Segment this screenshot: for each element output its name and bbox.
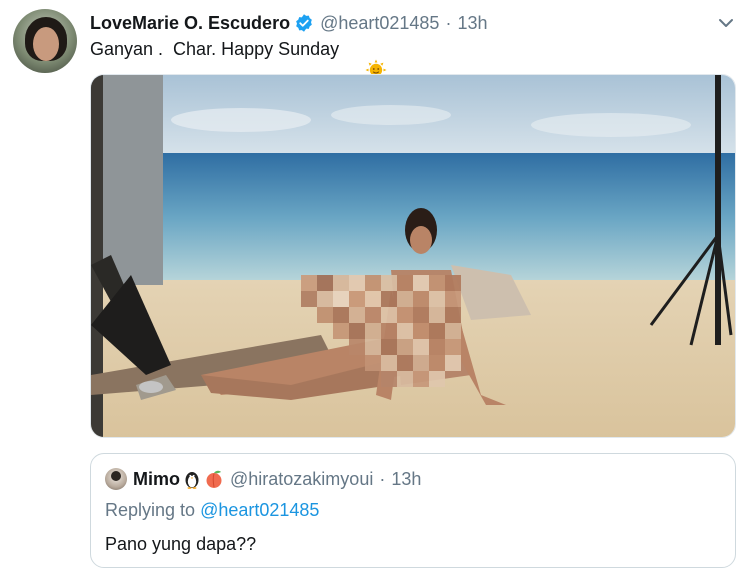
replying-to-label: Replying to xyxy=(105,500,196,520)
quoted-header-separator: · xyxy=(379,468,386,489)
quoted-tweet[interactable]: Mimo @hiratozakimyoui · 13h Replying to @ xyxy=(90,453,736,568)
tweet-text-content: Ganyan . Char. Happy Sunday xyxy=(90,38,340,59)
quoted-author-handle[interactable]: @hiratozakimyoui xyxy=(230,469,373,490)
replying-to-line: Replying to @heart021485 xyxy=(105,500,319,521)
quoted-tweet-timestamp[interactable]: 13h xyxy=(391,469,421,490)
penguin-icon xyxy=(182,469,202,489)
author-avatar[interactable] xyxy=(13,9,77,73)
light-stand xyxy=(715,75,721,345)
replying-to-handle-link[interactable]: @heart021485 xyxy=(200,500,319,520)
author-display-name[interactable]: LoveMarie O. Escudero xyxy=(90,13,290,34)
tweet-text: Ganyan . Char. Happy Sunday xyxy=(90,38,387,81)
tweet-photo[interactable] xyxy=(90,74,736,438)
peach-icon xyxy=(204,469,224,489)
avatar-face xyxy=(33,27,59,61)
header-separator: · xyxy=(445,12,452,33)
author-handle[interactable]: @heart021485 xyxy=(320,13,439,34)
chevron-down-icon[interactable] xyxy=(717,14,735,32)
quoted-tweet-text: Pano yung dapa?? xyxy=(105,534,257,554)
quoted-tweet-header: Mimo @hiratozakimyoui · 13h xyxy=(105,468,421,490)
tweet-timestamp[interactable]: 13h xyxy=(457,13,487,34)
verified-badge-icon xyxy=(294,13,314,33)
quoted-author-display-name[interactable]: Mimo xyxy=(133,469,180,490)
quoted-author-avatar[interactable] xyxy=(105,468,127,490)
sun-with-face-icon xyxy=(345,38,387,81)
tweet-header: LoveMarie O. Escudero @heart021485 · 13h xyxy=(90,11,488,35)
